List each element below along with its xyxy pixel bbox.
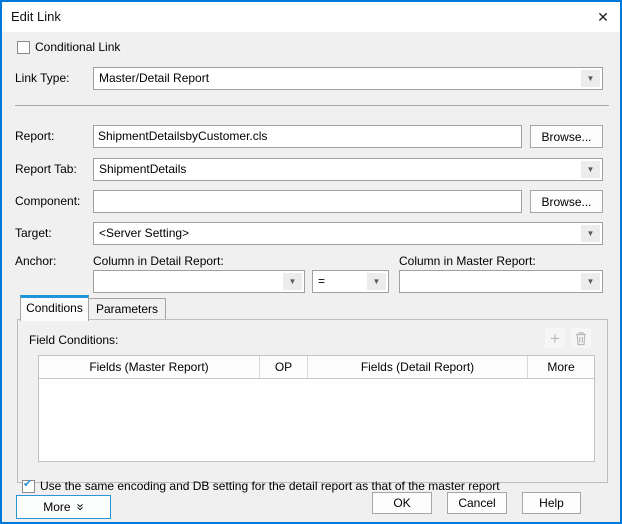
report-input[interactable]: ShipmentDetailsbyCustomer.cls [93,125,522,148]
check-icon: ✔ [23,478,32,491]
link-type-combobox[interactable]: Master/Detail Report ▼ [93,67,603,90]
field-conditions-label: Field Conditions: [29,333,118,347]
trash-icon [574,331,588,346]
column-header-op: OP [260,356,308,378]
link-type-label: Link Type: [15,67,69,90]
close-icon[interactable]: ✕ [590,2,616,32]
double-chevron-down-icon: » [75,503,85,510]
cancel-button[interactable]: Cancel [447,492,507,514]
component-input[interactable] [93,190,522,213]
tab-parameters[interactable]: Parameters [89,298,166,319]
column-header-more: More [528,356,594,378]
anchor-operator-value: = [318,274,325,288]
component-label: Component: [15,190,80,213]
chevron-down-icon[interactable]: ▼ [283,273,302,290]
column-header-fields-master: Fields (Master Report) [39,356,260,378]
separator [15,105,609,106]
column-master-combobox[interactable]: ▼ [399,270,603,293]
chevron-down-icon[interactable]: ▼ [581,273,600,290]
target-combobox[interactable]: <Server Setting> ▼ [93,222,603,245]
component-browse-button[interactable]: Browse... [530,190,603,213]
chevron-down-icon[interactable]: ▼ [581,225,600,242]
more-button-label: More [43,500,70,514]
tab-conditions[interactable]: Conditions [20,295,89,321]
target-label: Target: [15,222,52,245]
dialog-title: Edit Link [11,2,61,32]
conditional-link-label: Conditional Link [35,40,120,54]
titlebar: Edit Link ✕ [2,2,620,32]
encoding-label: Use the same encoding and DB setting for… [40,479,500,493]
anchor-operator-combobox[interactable]: = ▼ [312,270,389,293]
field-conditions-table: Fields (Master Report) OP Fields (Detail… [38,355,595,462]
report-tab-value: ShipmentDetails [99,162,186,176]
table-header-row: Fields (Master Report) OP Fields (Detail… [39,356,594,379]
conditional-link-checkbox[interactable]: Conditional Link [17,40,120,54]
anchor-label: Anchor: [15,254,56,268]
plus-icon: + [550,330,560,347]
delete-condition-button[interactable] [571,328,591,348]
table-body[interactable] [39,379,594,461]
report-label: Report: [15,125,54,148]
column-master-label: Column in Master Report: [399,254,536,268]
checkbox-box[interactable]: ✔ [22,480,35,493]
report-browse-button[interactable]: Browse... [530,125,603,148]
encoding-checkbox[interactable]: ✔ Use the same encoding and DB setting f… [22,479,500,493]
help-button[interactable]: Help [522,492,581,514]
report-tab-combobox[interactable]: ShipmentDetails ▼ [93,158,603,181]
column-header-fields-detail: Fields (Detail Report) [308,356,528,378]
edit-link-dialog: Edit Link ✕ Conditional Link Link Type: … [0,0,622,524]
add-condition-button[interactable]: + [545,328,565,348]
report-tab-label: Report Tab: [15,158,77,181]
chevron-down-icon[interactable]: ▼ [581,161,600,178]
chevron-down-icon[interactable]: ▼ [367,273,386,290]
target-value: <Server Setting> [99,226,189,240]
link-type-value: Master/Detail Report [99,71,209,85]
column-detail-combobox[interactable]: ▼ [93,270,305,293]
more-button[interactable]: More » [16,495,111,519]
chevron-down-icon[interactable]: ▼ [581,70,600,87]
checkbox-box[interactable] [17,41,30,54]
column-detail-label: Column in Detail Report: [93,254,224,268]
ok-button[interactable]: OK [372,492,432,514]
